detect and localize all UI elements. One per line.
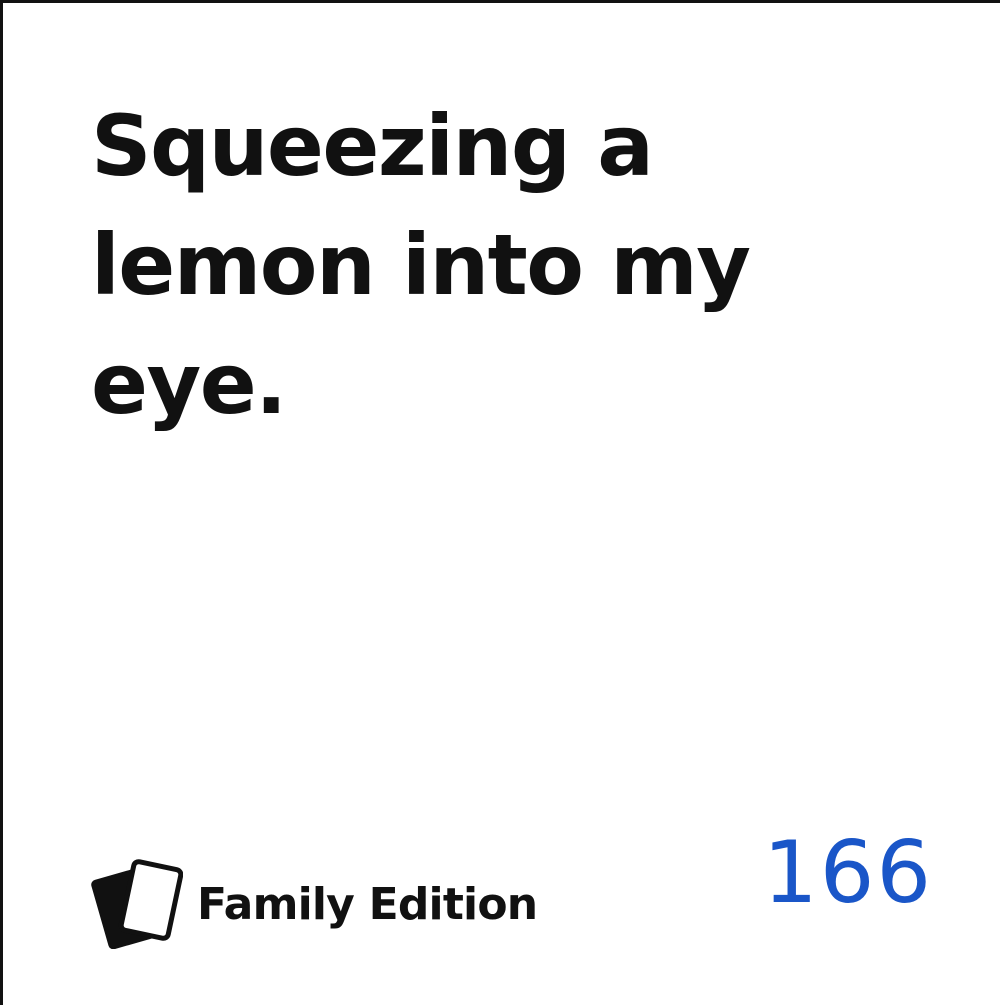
edition-label: Family Edition <box>197 878 538 930</box>
stacked-cards-icon <box>91 859 183 949</box>
card-number: 166 <box>763 823 934 923</box>
card-footer: Family Edition <box>91 859 538 949</box>
card: Squeezing a lemon into my eye. Family Ed… <box>0 0 1000 1005</box>
card-text: Squeezing a lemon into my eye. <box>91 97 751 433</box>
